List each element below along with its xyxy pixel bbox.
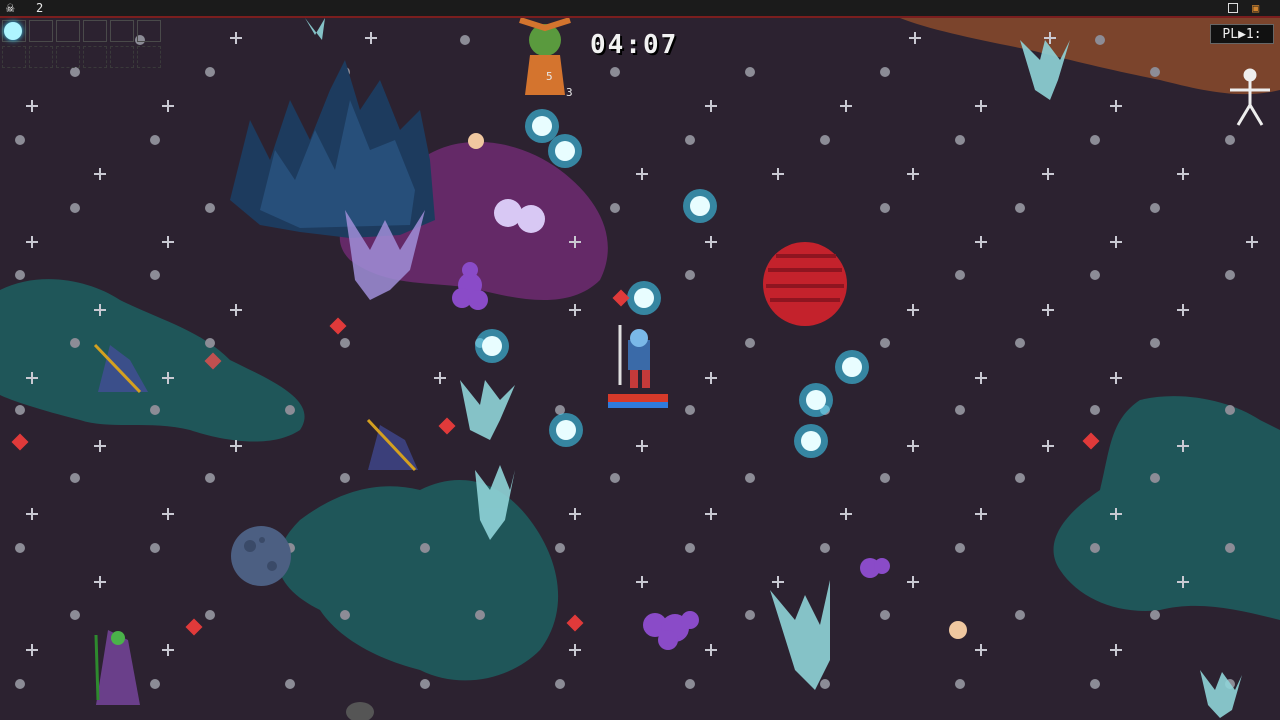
pot-object (346, 702, 374, 720)
skull-icon: ☠ (6, 0, 15, 16)
passive-slot (56, 46, 80, 68)
passive-slot (137, 46, 161, 68)
weapon-slot (29, 20, 53, 42)
passive-slot (83, 46, 107, 68)
game-viewport[interactable]: ☠ 2 ▣ 04:07 5 3 PL▶1: (0, 0, 1280, 720)
teal-nebula-center (278, 480, 559, 681)
blue-moon (231, 526, 291, 586)
passive-slot (2, 46, 26, 68)
teal-nebula-right (1053, 396, 1280, 620)
kill-counter: 2 (36, 1, 44, 15)
damage-number: 5 (546, 70, 553, 83)
teal-nebula-left (0, 279, 305, 442)
passive-slot (110, 46, 134, 68)
player-health-bar (608, 394, 668, 408)
chest-icon: ▣ (1252, 1, 1260, 15)
weapon-slot (137, 20, 161, 42)
damage-number: 3 (566, 86, 573, 99)
orb-weapon-icon (4, 22, 22, 40)
pause-button[interactable] (1228, 3, 1238, 13)
plant-boss-enemy[interactable] (519, 17, 571, 95)
red-planet (763, 242, 847, 326)
top-bar (0, 0, 1280, 18)
replay-badge[interactable]: PL▶1: (1210, 24, 1274, 44)
player-character[interactable] (618, 325, 650, 388)
play-field[interactable] (0, 0, 1280, 720)
crystal-rock-formation (230, 60, 435, 238)
passive-slot (29, 46, 53, 68)
survival-timer: 04:07 (590, 30, 679, 60)
weapon-slot (83, 20, 107, 42)
weapon-slot (56, 20, 80, 42)
weapon-slot (110, 20, 134, 42)
